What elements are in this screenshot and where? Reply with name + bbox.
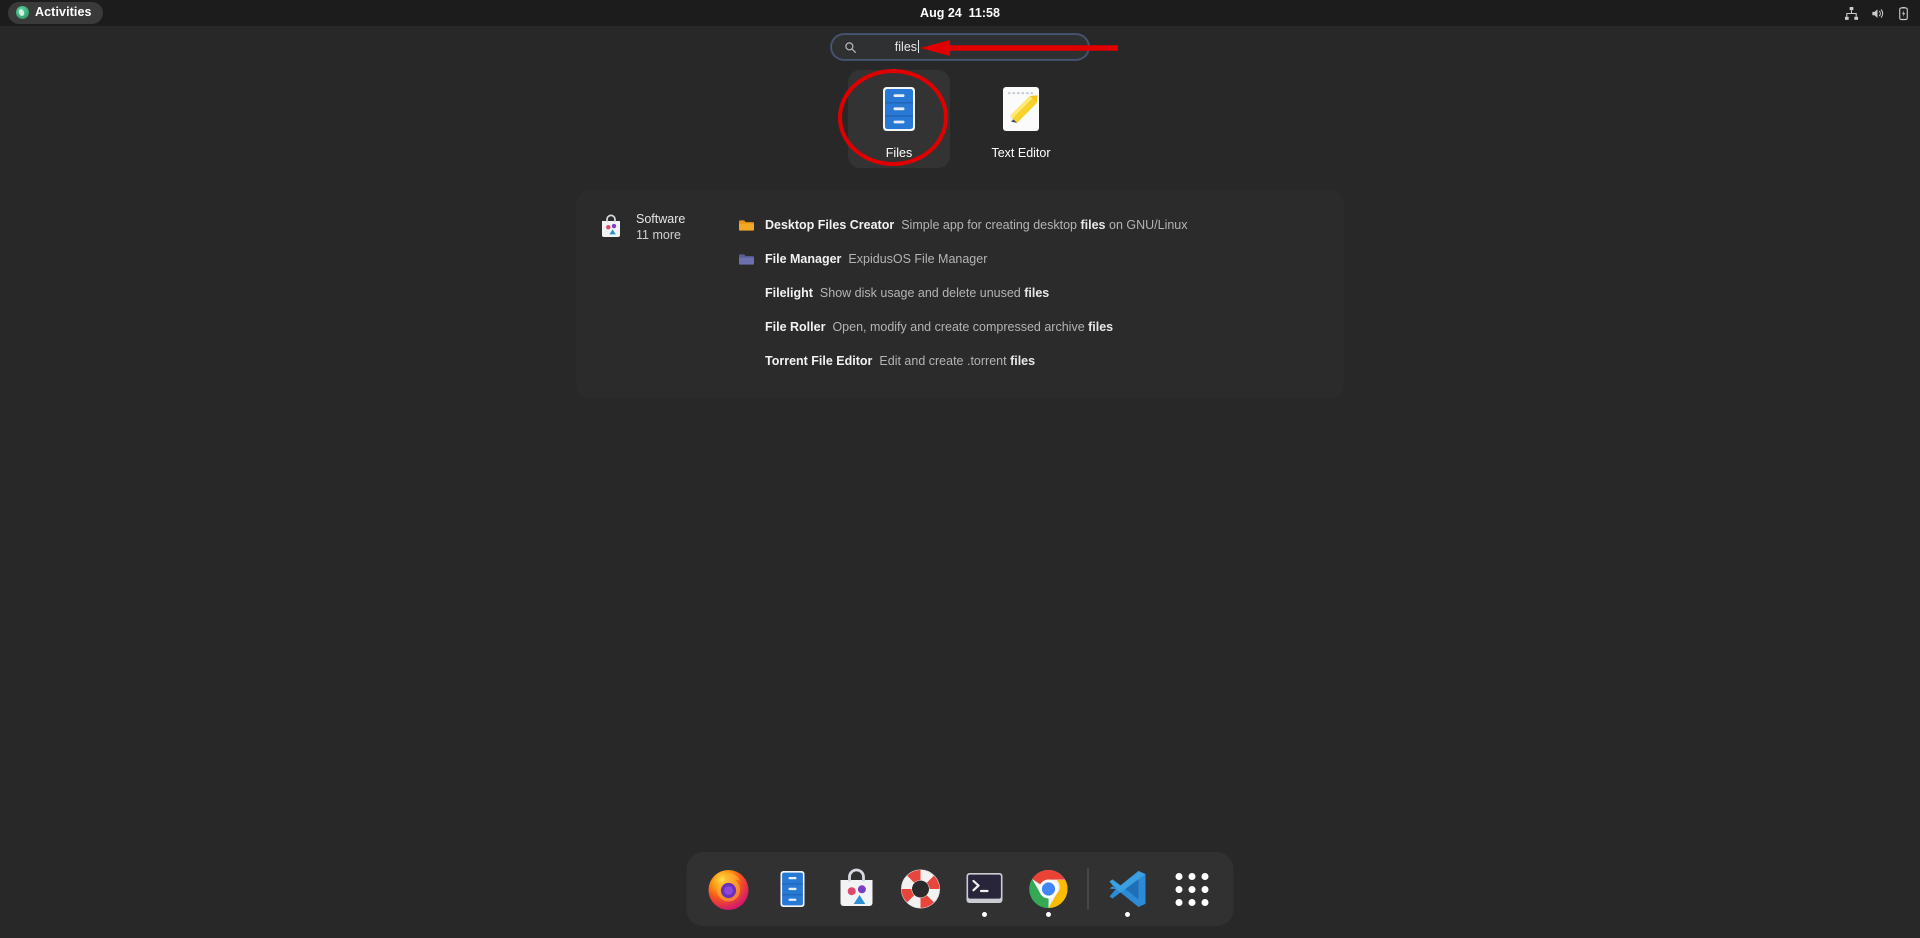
app-tile-label: Text Editor bbox=[991, 146, 1050, 160]
dock-item-terminal[interactable] bbox=[954, 858, 1016, 920]
dock-item-chrome[interactable] bbox=[1018, 858, 1080, 920]
text-caret bbox=[918, 40, 919, 53]
top-bar: Activities Aug 24 11:58 bbox=[0, 0, 1920, 26]
result-name: Desktop Files Creator bbox=[765, 218, 894, 232]
terminal-icon bbox=[962, 866, 1008, 912]
search-input-value: files bbox=[867, 26, 919, 68]
chrome-icon bbox=[1026, 866, 1072, 912]
result-description: Show disk usage and delete unused files bbox=[820, 286, 1049, 300]
software-bag-icon bbox=[598, 213, 624, 239]
result-name: File Manager bbox=[765, 252, 841, 266]
result-description: Simple app for creating desktop files on… bbox=[901, 218, 1187, 232]
result-row[interactable]: Torrent File Editor Edit and create .tor… bbox=[736, 348, 1324, 374]
result-row[interactable]: File Roller Open, modify and create comp… bbox=[736, 314, 1324, 340]
result-name: Torrent File Editor bbox=[765, 354, 872, 368]
dock-separator bbox=[1088, 868, 1089, 910]
dock-item-software[interactable] bbox=[826, 858, 888, 920]
result-row[interactable]: File Manager ExpidusOS File Manager bbox=[736, 246, 1324, 272]
network-wired-icon bbox=[1844, 6, 1859, 21]
app-tile-text-editor[interactable]: Text Editor bbox=[970, 70, 1072, 168]
app-tile-label: Files bbox=[886, 146, 912, 160]
provider-more-count: 11 more bbox=[636, 228, 685, 242]
orange-folder-icon bbox=[738, 217, 755, 234]
gnome-logo-icon bbox=[16, 6, 29, 19]
result-row[interactable]: Desktop Files Creator Simple app for cre… bbox=[736, 212, 1324, 238]
show-applications-button[interactable] bbox=[1161, 858, 1223, 920]
dock-item-files[interactable] bbox=[762, 858, 824, 920]
desktop-screen: Activities Aug 24 11:58 bbox=[0, 0, 1920, 938]
dock bbox=[687, 852, 1234, 926]
results-list: Desktop Files Creator Simple app for cre… bbox=[736, 212, 1344, 374]
software-bag-icon bbox=[834, 866, 880, 912]
files-cabinet-icon bbox=[770, 866, 816, 912]
volume-icon bbox=[1870, 6, 1885, 21]
search-input[interactable]: files bbox=[831, 34, 1089, 60]
vscode-icon bbox=[1105, 866, 1151, 912]
activities-button[interactable]: Activities bbox=[8, 2, 103, 24]
app-results-grid: Files bbox=[848, 70, 1072, 168]
lifebuoy-help-icon bbox=[898, 866, 944, 912]
text-editor-pencil-icon bbox=[993, 81, 1049, 137]
firefox-icon bbox=[706, 866, 752, 912]
clock[interactable]: Aug 24 11:58 bbox=[920, 0, 1000, 26]
dock-item-help[interactable] bbox=[890, 858, 952, 920]
files-cabinet-icon bbox=[871, 81, 927, 137]
search-results-panel: Software 11 more Desktop Files Creator S… bbox=[576, 190, 1344, 398]
result-name: File Roller bbox=[765, 320, 825, 334]
provider-title: Software bbox=[636, 212, 685, 226]
result-row[interactable]: Filelight Show disk usage and delete unu… bbox=[736, 280, 1324, 306]
result-name: Filelight bbox=[765, 286, 813, 300]
results-provider-software[interactable]: Software 11 more bbox=[576, 212, 736, 374]
app-grid-icon bbox=[1175, 873, 1208, 906]
dock-item-firefox[interactable] bbox=[698, 858, 760, 920]
result-description: Edit and create .torrent files bbox=[879, 354, 1035, 368]
battery-icon bbox=[1896, 6, 1911, 21]
activities-label: Activities bbox=[35, 4, 92, 21]
system-tray[interactable] bbox=[1844, 0, 1911, 26]
result-description: ExpidusOS File Manager bbox=[848, 252, 987, 266]
dock-item-vscode[interactable] bbox=[1097, 858, 1159, 920]
search-container: files bbox=[831, 34, 1089, 60]
search-query-text: files bbox=[895, 40, 917, 54]
blue-folder-icon bbox=[738, 251, 755, 268]
search-icon bbox=[844, 41, 857, 54]
app-tile-files[interactable]: Files bbox=[848, 70, 950, 168]
result-description: Open, modify and create compressed archi… bbox=[832, 320, 1113, 334]
